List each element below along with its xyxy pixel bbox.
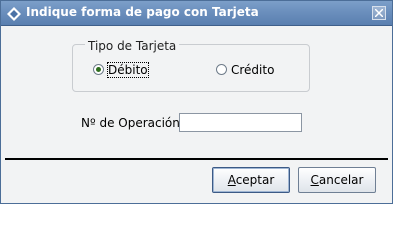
card-type-legend: Tipo de Tarjeta [85, 39, 180, 53]
operation-number-input[interactable] [179, 113, 302, 132]
cancel-button-mnemonic: C [310, 173, 319, 187]
app-diamond-icon [7, 6, 21, 21]
accept-button[interactable]: Aceptar [212, 167, 290, 193]
debit-radio-label[interactable]: Débito [107, 62, 149, 78]
debit-radio[interactable] [93, 64, 104, 75]
dialog-window: Indique forma de pago con Tarjeta Tipo d… [0, 0, 393, 204]
operation-number-label: Nº de Operación [81, 116, 180, 130]
cancel-button-label: ancelar [318, 173, 364, 187]
accept-button-label: ceptar [235, 173, 275, 187]
separator-line [5, 158, 388, 160]
accept-button-mnemonic: A [227, 173, 236, 187]
credit-radio[interactable] [216, 64, 227, 75]
title-bar[interactable]: Indique forma de pago con Tarjeta [1, 1, 392, 26]
cancel-button[interactable]: Cancelar [298, 167, 376, 193]
credit-radio-label[interactable]: Crédito [231, 63, 274, 77]
close-icon [375, 9, 383, 17]
window-title: Indique forma de pago con Tarjeta [26, 5, 259, 19]
close-button[interactable] [372, 6, 386, 20]
